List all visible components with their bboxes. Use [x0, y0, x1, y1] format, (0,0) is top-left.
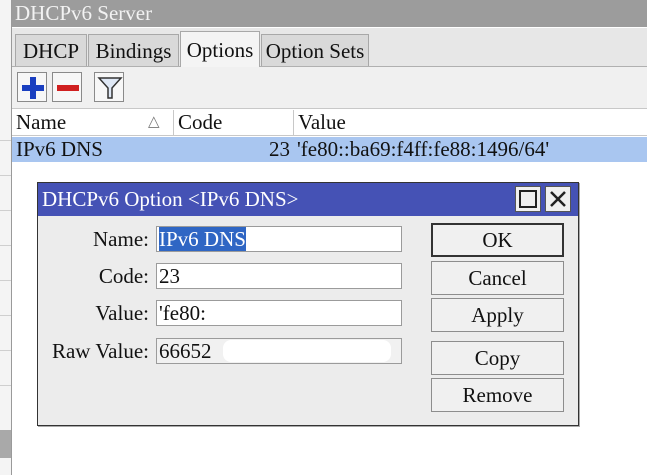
- left-edge-divider: [0, 280, 11, 281]
- left-edge-divider: [0, 350, 11, 351]
- row-code-cell: 23: [269, 137, 290, 161]
- remove-button[interactable]: [52, 72, 82, 102]
- tab-strip: DHCP Bindings Options Option Sets: [12, 28, 647, 67]
- dialog-title: DHCPv6 Option <IPv6 DNS>: [38, 183, 578, 216]
- left-edge-divider: [0, 385, 11, 386]
- sort-ascending-icon: △: [148, 114, 160, 130]
- dhcpv6-option-dialog: DHCPv6 Option <IPv6 DNS> Name: IPv6 DNS …: [37, 182, 579, 426]
- left-edge-divider: [0, 210, 11, 211]
- table-row[interactable]: IPv6 DNS 23 'fe80::ba69:f4ff:fe88:1496/6…: [12, 137, 647, 162]
- code-field[interactable]: 23: [156, 263, 402, 289]
- tab-dhcp[interactable]: DHCP: [15, 34, 87, 66]
- tab-option-sets[interactable]: Option Sets: [261, 34, 369, 66]
- window-title: DHCPv6 Server: [12, 0, 647, 27]
- plus-icon: [22, 77, 44, 99]
- column-header-code[interactable]: Code: [174, 110, 294, 135]
- dialog-title-text: DHCPv6 Option <IPv6 DNS>: [42, 187, 299, 211]
- maximize-button[interactable]: [515, 186, 541, 212]
- copy-button[interactable]: Copy: [431, 341, 564, 375]
- apply-button[interactable]: Apply: [431, 298, 564, 332]
- raw-value-field[interactable]: 66652: [156, 338, 402, 364]
- table-header: Name △ Code Value: [12, 110, 647, 136]
- row-value-cell: 'fe80::ba69:f4ff:fe88:1496/64': [297, 137, 550, 161]
- left-edge-divider: [0, 315, 11, 316]
- value-field-text: 'fe80:: [159, 301, 206, 325]
- left-edge-divider: [0, 245, 11, 246]
- filter-icon: [97, 77, 123, 99]
- code-label: Code:: [98, 264, 149, 288]
- left-edge-divider: [0, 175, 11, 176]
- raw-value-field-text: 66652: [159, 339, 212, 363]
- filter-button[interactable]: [94, 72, 124, 102]
- left-edge-divider: [0, 140, 11, 141]
- remove-option-button[interactable]: Remove: [431, 378, 564, 412]
- left-edge-scroll-area: [0, 430, 11, 458]
- add-button[interactable]: [17, 72, 47, 102]
- left-edge-panel: [0, 0, 12, 475]
- toolbar: [12, 67, 647, 109]
- tab-bindings[interactable]: Bindings: [88, 34, 179, 66]
- maximize-icon: [519, 190, 537, 208]
- ok-button[interactable]: OK: [431, 223, 564, 257]
- value-field[interactable]: 'fe80:: [156, 300, 402, 326]
- name-field[interactable]: IPv6 DNS: [156, 226, 402, 252]
- value-label: Value:: [95, 301, 149, 325]
- name-label: Name:: [93, 227, 149, 251]
- column-header-name[interactable]: Name △: [12, 110, 174, 135]
- column-name-label: Name: [16, 110, 67, 134]
- close-icon: [550, 191, 566, 207]
- close-button[interactable]: [545, 186, 571, 212]
- tab-options[interactable]: Options: [180, 31, 260, 67]
- minus-icon: [57, 85, 79, 91]
- column-header-value[interactable]: Value: [294, 110, 647, 135]
- cancel-button[interactable]: Cancel: [431, 261, 564, 295]
- redaction-mask: [223, 340, 391, 362]
- row-name-cell: IPv6 DNS: [16, 137, 103, 161]
- name-field-value: IPv6 DNS: [159, 227, 246, 251]
- raw-value-label: Raw Value:: [51, 339, 149, 363]
